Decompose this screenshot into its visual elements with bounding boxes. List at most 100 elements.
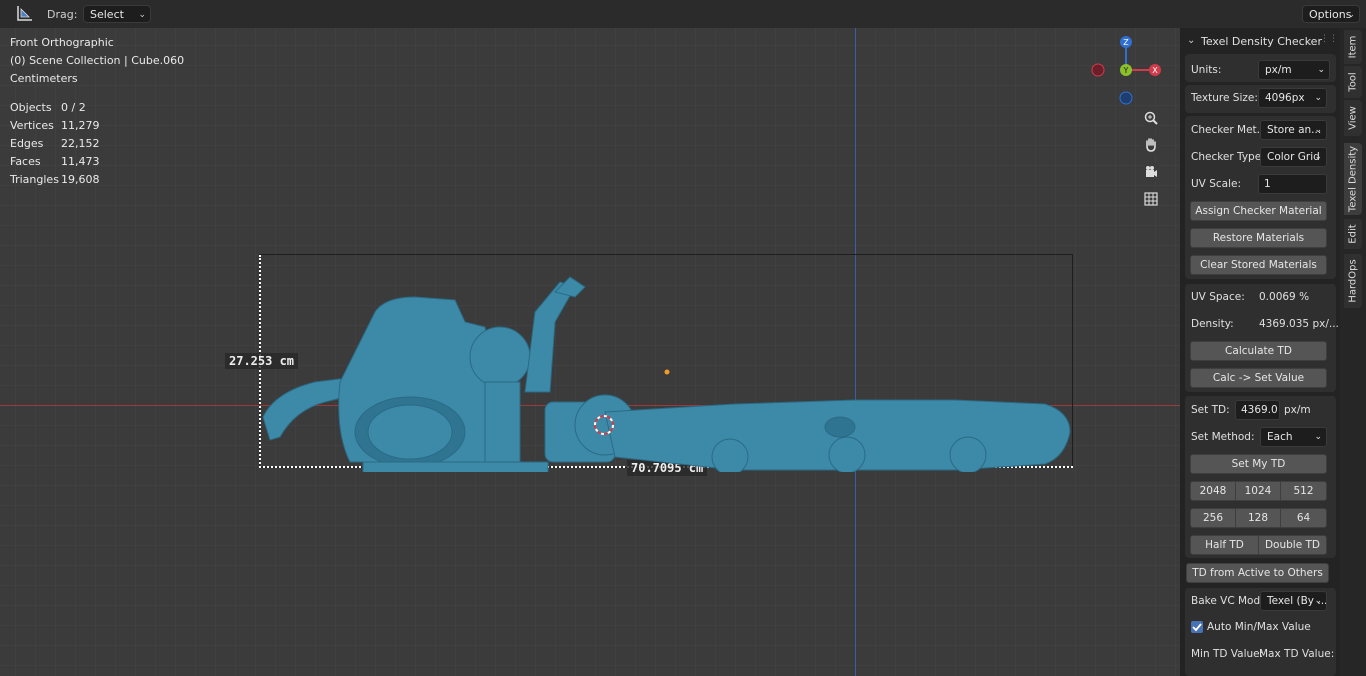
stat-label: Objects [10,101,52,114]
drag-label: Drag: [47,8,78,21]
stat-value: 0 / 2 [61,101,86,114]
chevron-down-icon[interactable]: ⌄ [1187,35,1195,46]
assign-checker-button[interactable]: Assign Checker Material [1190,201,1327,221]
half-td-button[interactable]: Half TD [1190,535,1259,555]
preset-256-button[interactable]: 256 [1190,508,1236,528]
density-value: 4369.035 px/... [1259,318,1339,330]
chainsaw-model[interactable] [255,252,1080,472]
tab-item[interactable]: Item [1344,30,1362,64]
calc-set-value-button[interactable]: Calc -> Set Value [1190,368,1327,388]
bake-vc-label: Bake VC Mod... [1191,595,1271,607]
texture-size-value: 4096px [1265,92,1305,104]
x-axis-label: X [1152,66,1158,75]
stat-value: 11,473 [61,155,100,168]
units-select[interactable]: px/m ⌄ [1258,60,1330,80]
stat-label: Faces [10,155,41,168]
chevron-down-icon: ⌄ [1314,93,1322,103]
3d-viewport[interactable]: Front Orthographic (0) Scene Collection … [0,28,1180,676]
set-method-label: Set Method: [1191,431,1255,443]
options-label: Options [1309,8,1352,21]
header-bar: Drag: Select Box ⌄ Options ⌄ [0,0,1366,39]
select-box-tool-icon[interactable] [14,5,34,23]
panel-title: Texel Density Checker [1201,35,1322,48]
tab-label: View [1347,106,1359,130]
collection-info: (0) Scene Collection | Cube.060 [10,54,185,67]
units-label: Units: [1191,64,1222,76]
texture-size-label: Texture Size: [1191,92,1258,104]
set-method-value: Each [1267,431,1293,443]
set-td-unit: px/m [1284,404,1311,416]
units-value: px/m [1265,64,1292,76]
texture-size-select[interactable]: 4096px ⌄ [1258,88,1327,108]
chevron-down-icon: ⌄ [1314,152,1322,162]
checker-method-select[interactable]: Store an... ⌄ [1260,120,1327,140]
tab-tool[interactable]: Tool [1344,66,1362,98]
max-td-label: Max TD Value: [1259,648,1335,660]
preset-128-button[interactable]: 128 [1235,508,1281,528]
neg-z-axis-handle [1119,91,1133,105]
chevron-down-icon: ⌄ [138,10,146,20]
uv-space-value: 0.0069 % [1259,291,1310,303]
set-td-label: Set TD: [1191,404,1230,416]
tab-label: Tool [1347,72,1359,92]
chevron-down-icon: ⌄ [1314,125,1322,135]
tab-texel-density[interactable]: Texel Density [1344,143,1362,215]
set-td-input[interactable]: 4369.0 [1235,400,1280,420]
bake-vc-select[interactable]: Texel (By ... ⌄ [1260,591,1327,611]
camera-icon[interactable] [1141,162,1161,182]
auto-minmax-label: Auto Min/Max Value [1207,621,1311,633]
drag-mode-select[interactable]: Select Box ⌄ [83,5,151,39]
clear-stored-button[interactable]: Clear Stored Materials [1190,255,1327,275]
stat-value: 22,152 [61,137,100,150]
hand-pan-icon[interactable] [1141,135,1161,155]
preset-64-button[interactable]: 64 [1280,508,1327,528]
checker-method-label: Checker Met... [1191,124,1267,136]
stat-label: Vertices [10,119,54,132]
units-info: Centimeters [10,72,78,85]
auto-minmax-checkbox[interactable] [1191,621,1203,633]
tab-view[interactable]: View [1344,100,1362,136]
tab-label: HardOps [1347,259,1359,303]
preset-512-button[interactable]: 512 [1280,481,1327,501]
check-icon [1192,623,1202,632]
density-label: Density: [1191,318,1234,330]
chevron-down-icon: ⌄ [1347,10,1355,20]
checker-method-value: Store an... [1267,124,1322,136]
chevron-down-icon: ⌄ [1314,432,1322,442]
navigation-gizmo[interactable]: Z X Y [1088,34,1164,110]
td-from-active-button[interactable]: TD from Active to Others [1186,563,1329,583]
checker-type-select[interactable]: Color Grid ⌄ [1260,147,1327,167]
checker-type-value: Color Grid [1267,151,1320,163]
sidebar-panel: ⌄ Texel Density Checker ⋮⋮ Units: px/m ⌄ … [1180,28,1340,676]
stat-label: Triangles [10,173,59,186]
tab-hardops[interactable]: HardOps [1344,254,1362,308]
y-axis-label: Y [1123,66,1129,75]
tab-edit[interactable]: Edit [1344,219,1362,249]
neg-x-axis-handle [1091,63,1105,77]
tab-label: Item [1347,35,1359,59]
set-method-select[interactable]: Each ⌄ [1260,427,1327,447]
grid-icon[interactable] [1141,189,1161,209]
calculate-td-button[interactable]: Calculate TD [1190,341,1327,361]
preset-2048-button[interactable]: 2048 [1190,481,1236,501]
preset-1024-button[interactable]: 1024 [1235,481,1281,501]
restore-materials-button[interactable]: Restore Materials [1190,228,1327,248]
stat-value: 11,279 [61,119,100,132]
uv-scale-input[interactable]: 1 [1258,174,1327,194]
sidebar-tabs: Item Tool View Texel Density Edit HardOp… [1340,28,1366,676]
tab-label: Texel Density [1347,145,1359,213]
zoom-icon[interactable] [1141,108,1161,128]
chevron-down-icon: ⌄ [1317,65,1325,75]
options-button[interactable]: Options ⌄ [1302,5,1360,23]
set-td-section [1185,396,1336,558]
tab-label: Edit [1347,224,1359,244]
view-name: Front Orthographic [10,36,114,49]
stat-label: Edges [10,137,44,150]
drag-handle-icon[interactable]: ⋮⋮ [1320,34,1338,44]
checker-type-label: Checker Type: [1191,151,1265,163]
double-td-button[interactable]: Double TD [1258,535,1327,555]
z-axis-label: Z [1123,38,1129,47]
uv-space-label: UV Space: [1191,291,1245,303]
chevron-down-icon: ⌄ [1314,596,1322,606]
set-my-td-button[interactable]: Set My TD [1190,454,1327,474]
